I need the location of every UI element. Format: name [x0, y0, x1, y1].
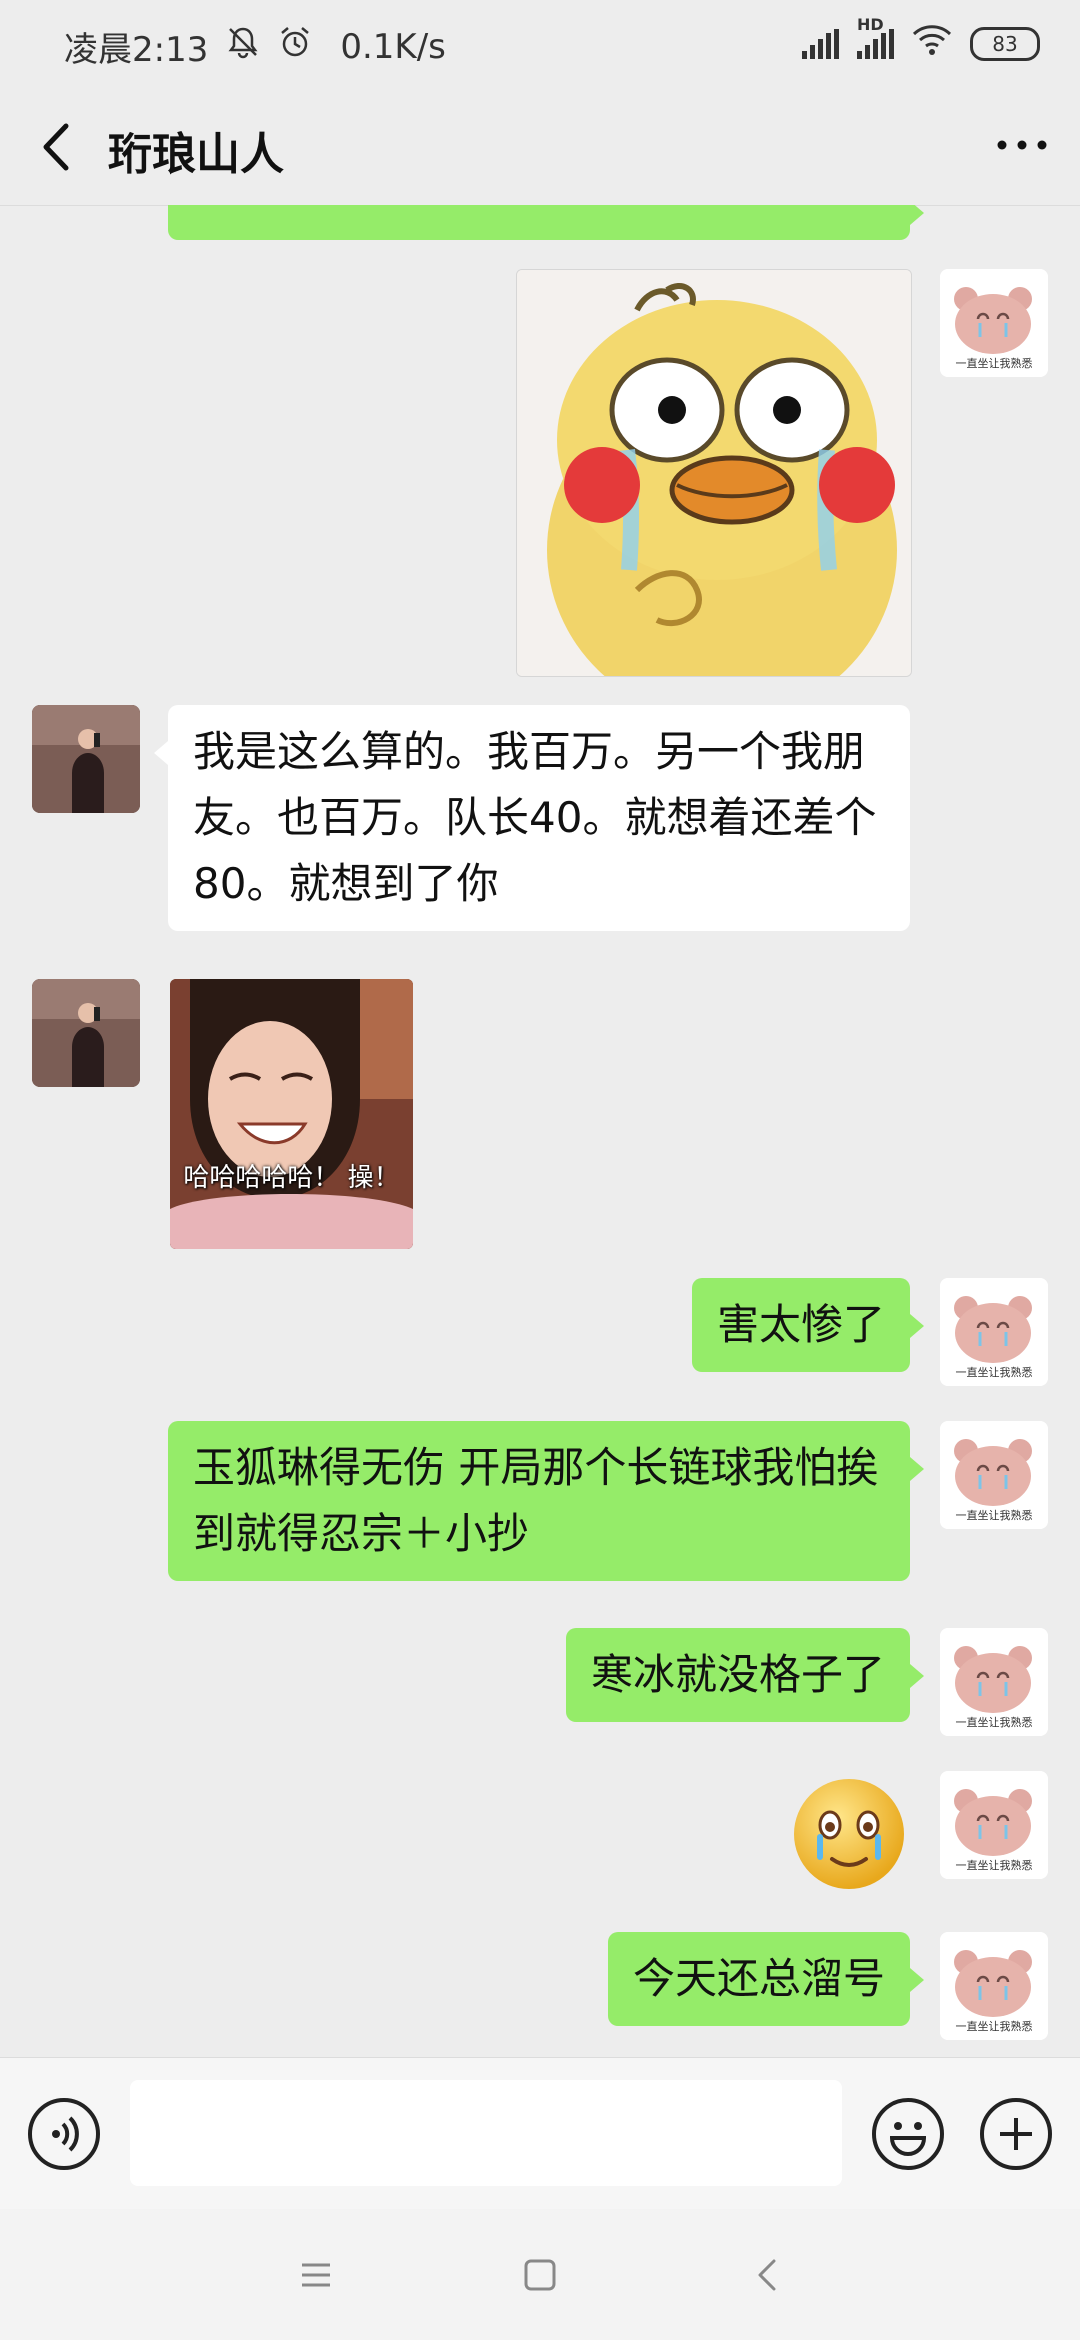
- message-text: 今天还总溜号: [632, 1954, 885, 2003]
- message-bubble-sent[interactable]: 害太惨了: [691, 1278, 925, 1372]
- chat-title: 珩琅山人: [108, 129, 284, 180]
- wifi-icon: [912, 22, 952, 65]
- svg-text:一直坐让我熟悉: 一直坐让我熟悉: [956, 1508, 1033, 1522]
- contact-avatar[interactable]: [32, 705, 140, 813]
- more-dots-icon: [997, 140, 1047, 150]
- my-avatar[interactable]: 一直坐让我熟悉: [940, 269, 1048, 377]
- signal-icon: [802, 28, 839, 59]
- status-time: 凌晨2:13: [64, 30, 209, 70]
- crying-bear-avatar: 一直坐让我熟悉: [940, 1771, 1048, 1879]
- message-bubble-received[interactable]: 我是这么算的。我百万。另一个我朋友。也百万。队长40。就想着还差个80。就想到了…: [154, 705, 910, 931]
- bell-muted-icon: [226, 25, 260, 68]
- crying-bear-avatar: 一直坐让我熟悉: [940, 1278, 1048, 1386]
- home-square-icon: [524, 2259, 556, 2291]
- sticker-laughing-girl[interactable]: 哈哈哈哈哈！ 操！: [170, 979, 413, 1249]
- battery-icon: 83: [970, 26, 1040, 61]
- laughing-girl-image: [170, 979, 413, 1249]
- message-text: 害太惨了: [716, 1300, 885, 1349]
- my-avatar[interactable]: 一直坐让我熟悉: [940, 1421, 1048, 1529]
- voice-icon: [52, 2116, 79, 2152]
- message-bubble-sent[interactable]: 今天还总溜号: [607, 1932, 925, 2026]
- person-phone-avatar: [32, 979, 140, 1087]
- crying-bear-avatar: 一直坐让我熟悉: [940, 269, 1048, 377]
- message-bubble-partial[interactable]: [168, 205, 924, 240]
- input-bar: [0, 2057, 1080, 2210]
- signal-hd-icon: HD: [857, 15, 894, 59]
- plus-button[interactable]: [980, 2098, 1052, 2170]
- system-nav-bar: [0, 2209, 1080, 2340]
- back-button[interactable]: [30, 112, 90, 182]
- crying-bear-avatar: 一直坐让我熟悉: [940, 1421, 1048, 1529]
- message-bubble-sent[interactable]: 玉狐琳得无伤 开局那个长链球我怕挨到就得忍宗＋小抄: [168, 1421, 924, 1581]
- svg-text:一直坐让我熟悉: 一直坐让我熟悉: [956, 1858, 1033, 1872]
- back-nav-button[interactable]: [738, 2245, 798, 2305]
- my-avatar[interactable]: 一直坐让我熟悉: [940, 1628, 1048, 1736]
- message-text: 寒冰就没格子了: [590, 1650, 885, 1699]
- my-avatar[interactable]: 一直坐让我熟悉: [940, 1771, 1048, 1879]
- svg-text:一直坐让我熟悉: 一直坐让我熟悉: [956, 2019, 1033, 2033]
- net-speed: 0.1K/s: [340, 26, 446, 67]
- sticker-caption: 哈哈哈哈哈！ 操！: [183, 1163, 400, 1193]
- home-button[interactable]: [510, 2245, 570, 2305]
- my-avatar[interactable]: 一直坐让我熟悉: [940, 1932, 1048, 2040]
- chevron-left-icon: [43, 123, 69, 171]
- battery-level: 83: [992, 31, 1018, 56]
- menu-button[interactable]: [286, 2245, 346, 2305]
- crying-bear-avatar: 一直坐让我熟悉: [940, 1932, 1048, 2040]
- person-phone-avatar: [32, 705, 140, 813]
- more-button[interactable]: [992, 110, 1052, 180]
- message-text: 玉狐琳得无伤 开局那个长链球我怕挨到就得忍宗＋小抄: [193, 1443, 879, 1558]
- crying-bear-avatar: 一直坐让我熟悉: [940, 1628, 1048, 1736]
- sticker-crying-duck[interactable]: [516, 269, 912, 677]
- my-avatar[interactable]: 一直坐让我熟悉: [940, 1278, 1048, 1386]
- message-bubble-sent[interactable]: 寒冰就没格子了: [565, 1628, 925, 1722]
- svg-text:一直坐让我熟悉: 一直坐让我熟悉: [956, 1365, 1033, 1379]
- svg-text:一直坐让我熟悉: 一直坐让我熟悉: [956, 356, 1033, 370]
- message-list[interactable]: 一直坐让我熟悉 我是这么算的。我百万。另一个我朋友。也百万。队长40。就想着还差…: [0, 205, 1080, 2057]
- contact-avatar[interactable]: [32, 979, 140, 1087]
- crying-duck-image: [517, 270, 911, 676]
- chat-header: 珩琅山人: [0, 90, 1080, 206]
- crying-emoji-icon[interactable]: [790, 1775, 908, 1893]
- menu-icon: [302, 2263, 330, 2287]
- voice-button[interactable]: [28, 2098, 100, 2170]
- message-text: 我是这么算的。我百万。另一个我朋友。也百万。队长40。就想着还差个80。就想到了…: [193, 727, 877, 908]
- emoji-icon: [889, 2122, 927, 2156]
- plus-icon: [1000, 2118, 1032, 2150]
- emoji-button[interactable]: [872, 2098, 944, 2170]
- alarm-icon: [278, 25, 312, 68]
- status-bar: 凌晨2:13 0.1K/s HD 83: [0, 0, 1080, 90]
- message-input[interactable]: [130, 2080, 842, 2186]
- svg-text:一直坐让我熟悉: 一直坐让我熟悉: [956, 1715, 1033, 1729]
- back-triangle-icon: [758, 2259, 776, 2291]
